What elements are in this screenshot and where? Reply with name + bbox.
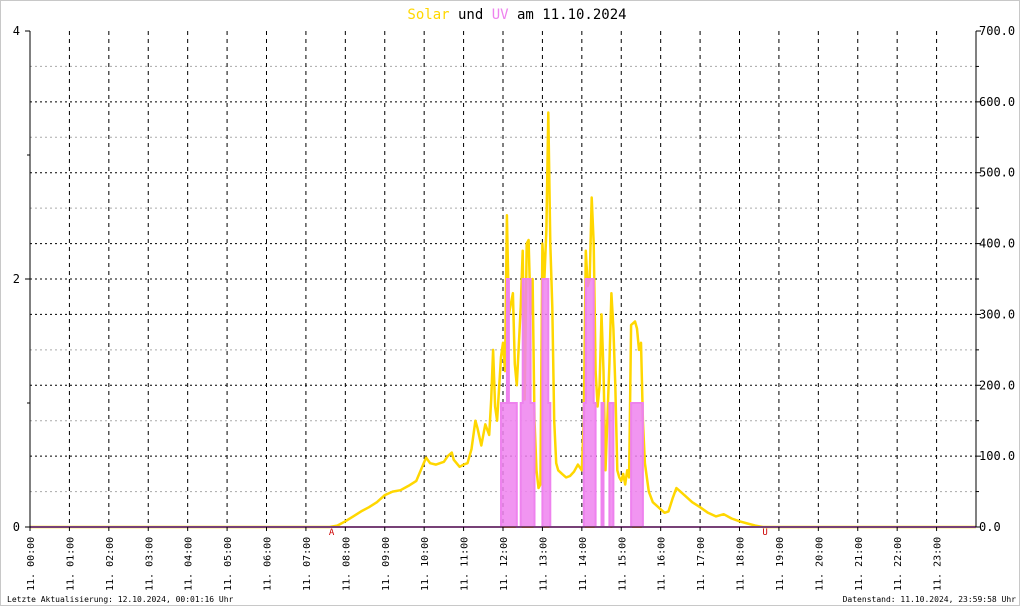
x-axis-tick-label: 11. 07:00 bbox=[302, 537, 313, 591]
x-axis-tick-label: 11. 08:00 bbox=[341, 537, 352, 591]
right-axis-tick-label: 700.0 bbox=[979, 24, 1015, 38]
x-axis-tick-label: 11. 14:00 bbox=[578, 537, 589, 591]
x-axis-tick-label: 11. 23:00 bbox=[933, 537, 944, 591]
x-axis-tick-label: 11. 21:00 bbox=[854, 537, 865, 591]
x-axis-tick-label: 11. 16:00 bbox=[657, 537, 668, 591]
footer-last-update: Letzte Aktualisierung: 12.10.2024, 00:01… bbox=[7, 595, 234, 604]
x-axis-tick-label: 11. 18:00 bbox=[736, 537, 747, 591]
x-axis-tick-label: 11. 00:00 bbox=[26, 537, 37, 591]
x-axis-tick-label: 11. 12:00 bbox=[499, 537, 510, 591]
title-date: am 11.10.2024 bbox=[509, 7, 627, 23]
x-axis-tick-label: 11. 17:00 bbox=[696, 537, 707, 591]
sunset-marker: U bbox=[762, 528, 767, 538]
sun-markers: AU bbox=[329, 528, 768, 538]
right-axis-tick-label: 500.0 bbox=[979, 166, 1015, 180]
left-axis-tick-label: 0 bbox=[13, 520, 20, 534]
right-axis-tick-label: 600.0 bbox=[979, 95, 1015, 109]
x-axis-tick-label: 11. 05:00 bbox=[223, 537, 234, 591]
solar-uv-chart: Solar und UV am 11.10.2024 0 2 4 0.0 100.0 20… bbox=[7, 7, 1017, 604]
x-axis-tick-label: 11. 09:00 bbox=[381, 537, 392, 591]
footer-data-status: Datenstand: 11.10.2024, 23:59:58 Uhr bbox=[843, 595, 1017, 604]
left-axis-tick-label: 2 bbox=[13, 272, 20, 286]
x-axis-tick-label: 11. 22:00 bbox=[893, 537, 904, 591]
sunrise-marker: A bbox=[329, 528, 335, 538]
left-axis-tick-label: 4 bbox=[13, 24, 20, 38]
x-axis-tick-label: 11. 13:00 bbox=[538, 537, 549, 591]
x-axis-tick-label: 11. 03:00 bbox=[144, 537, 155, 591]
x-axis-tick-label: 11. 04:00 bbox=[184, 537, 195, 591]
x-axis-tick-label: 11. 15:00 bbox=[617, 537, 628, 591]
chart-title: Solar und UV am 11.10.2024 bbox=[407, 7, 626, 23]
right-axis-tick-label: 0.0 bbox=[979, 520, 1001, 534]
right-axis-tick-label: 100.0 bbox=[979, 449, 1015, 463]
title-und: und bbox=[450, 7, 492, 23]
chart-canvas: Solar und UV am 11.10.2024 0 2 4 0.0 100.0 20… bbox=[0, 0, 1020, 606]
x-axis-tick-label: 11. 20:00 bbox=[814, 537, 825, 591]
x-axis-tick-label: 11. 10:00 bbox=[420, 537, 431, 591]
title-solar: Solar bbox=[407, 7, 449, 23]
x-axis-tick-label: 11. 06:00 bbox=[263, 537, 274, 591]
title-uv: UV bbox=[492, 7, 509, 23]
x-axis-tick-label: 11. 02:00 bbox=[105, 537, 116, 591]
right-axis-tick-label: 300.0 bbox=[979, 307, 1015, 321]
x-axis-tick-label: 11. 01:00 bbox=[65, 537, 76, 591]
right-axis-tick-label: 400.0 bbox=[979, 237, 1015, 251]
x-axis-tick-label: 11. 11:00 bbox=[460, 537, 471, 591]
right-axis-tick-label: 200.0 bbox=[979, 378, 1015, 392]
x-axis-tick-label: 11. 19:00 bbox=[775, 537, 786, 591]
